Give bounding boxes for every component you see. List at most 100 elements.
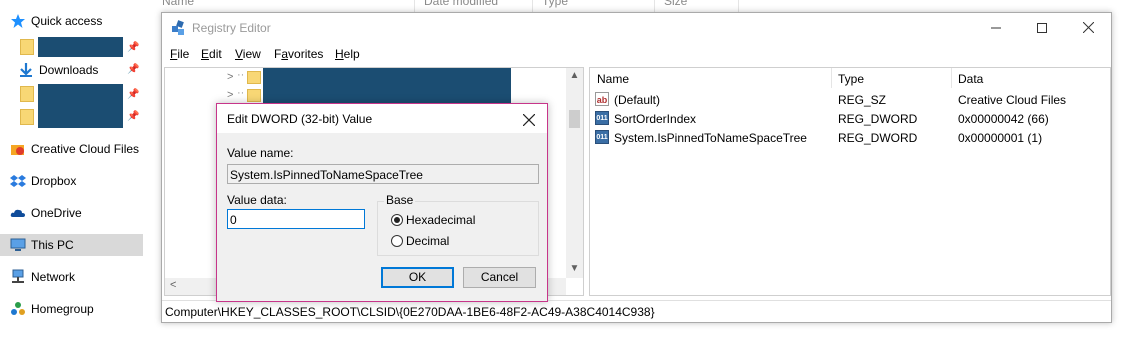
folder-icon (20, 39, 34, 55)
maximize-icon (1037, 23, 1047, 33)
decimal-label[interactable]: Decimal (406, 234, 449, 248)
dialog-close-button[interactable] (522, 108, 536, 131)
creative-cloud-folder-icon (11, 145, 24, 155)
status-key-path: Computer\HKEY_CLASSES_ROOT\CLSID\{0E270D… (165, 305, 655, 319)
status-bar: Computer\HKEY_CLASSES_ROOT\CLSID\{0E270D… (162, 300, 1111, 323)
table-row[interactable]: ab (Default) REG_SZ Creative Cloud Files (590, 90, 1110, 109)
title-bar[interactable]: Registry Editor (162, 13, 1111, 43)
dropbox-icon (10, 175, 26, 187)
nav-network[interactable]: Network (0, 266, 143, 288)
nav-label: Network (31, 270, 76, 284)
value-name: (Default) (614, 93, 661, 107)
menu-accel: V (235, 47, 243, 61)
nav-pinned-folder[interactable]: 📌 (0, 106, 143, 128)
nav-label: Homegroup (31, 302, 94, 316)
list-header: Name Type Data (590, 68, 1110, 88)
maximize-button[interactable] (1019, 13, 1065, 43)
value-data-input[interactable]: 0 (227, 209, 365, 229)
col-date-header[interactable]: Date modified (424, 0, 498, 8)
registry-editor-app-icon (172, 20, 184, 35)
menu-file[interactable]: File (170, 47, 189, 61)
table-row[interactable]: 011 System.IsPinnedToNameSpaceTree REG_D… (590, 128, 1110, 147)
scrollbar-thumb[interactable] (569, 110, 580, 128)
table-row[interactable]: 011 SortOrderIndex REG_DWORD 0x00000042 … (590, 109, 1110, 128)
nav-pinned-folder[interactable]: 📌 (0, 84, 143, 106)
minimize-button[interactable] (973, 13, 1019, 43)
base-radio-group: Base Hexadecimal Decimal (377, 193, 539, 256)
menu-label: elp (343, 47, 360, 61)
explorer-nav-pane: Quick access 📌 Downloads 📌 📌 📌 Creative … (0, 0, 145, 337)
tree-connector: ·· (237, 69, 245, 81)
folder-icon (247, 71, 261, 84)
nav-label: Downloads (39, 63, 99, 77)
pin-icon: 📌 (127, 111, 140, 122)
menu-label: iew (242, 47, 261, 61)
menu-help[interactable]: Help (335, 47, 360, 61)
chevron-right-icon[interactable]: > (227, 71, 233, 83)
nav-this-pc[interactable]: This PC (0, 234, 143, 256)
scroll-down-arrow-icon[interactable]: ▼ (566, 263, 583, 274)
edit-dword-dialog: Edit DWORD (32-bit) Value Value name: Sy… (216, 103, 548, 302)
header-data[interactable]: Data (958, 72, 983, 86)
value-data-label: Value data: (227, 193, 287, 207)
col-name-header[interactable]: Name (162, 0, 194, 8)
menu-favorites[interactable]: Favorites (274, 47, 323, 61)
pin-icon: 📌 (127, 42, 140, 53)
column-divider[interactable] (831, 68, 832, 88)
homegroup-icon (11, 302, 25, 315)
network-icon (12, 269, 24, 283)
menu-label: vorites (288, 47, 324, 61)
onedrive-cloud-icon (10, 209, 25, 217)
nav-downloads[interactable]: Downloads 📌 (0, 59, 143, 81)
nav-onedrive[interactable]: OneDrive (0, 202, 143, 224)
value-name-field[interactable]: System.IsPinnedToNameSpaceTree (227, 164, 539, 184)
nav-label: OneDrive (31, 206, 82, 220)
computer-icon (10, 238, 26, 251)
nav-creative-cloud-files[interactable]: Creative Cloud Files (0, 138, 143, 160)
col-size-header[interactable]: Size (664, 0, 687, 8)
string-value-icon: ab (595, 92, 609, 106)
menu-accel: H (335, 47, 344, 61)
pin-icon: 📌 (127, 89, 140, 100)
hexadecimal-radio[interactable] (391, 214, 403, 226)
close-icon (522, 113, 536, 127)
registry-values-list[interactable]: Name Type Data ab (Default) REG_SZ Creat… (589, 67, 1111, 296)
value-data: 0x00000042 (66) (958, 112, 1049, 126)
scroll-left-arrow-icon[interactable]: < (170, 279, 176, 291)
decimal-radio[interactable] (391, 235, 403, 247)
folder-icon (20, 86, 34, 102)
col-type-header[interactable]: Type (542, 0, 568, 8)
menu-bar: File Edit View Favorites Help (162, 44, 1111, 64)
dword-value-icon: 011 (595, 111, 609, 125)
scroll-up-arrow-icon[interactable]: ▲ (566, 70, 583, 81)
nav-dropbox[interactable]: Dropbox (0, 170, 143, 192)
download-arrow-icon (20, 63, 32, 77)
menu-view[interactable]: View (235, 47, 261, 61)
base-group-label: Base (384, 193, 416, 207)
redacted-name (38, 106, 123, 128)
vertical-scrollbar[interactable]: ▲ ▼ (566, 68, 583, 278)
window-title: Registry Editor (192, 21, 271, 35)
dialog-body: Value name: System.IsPinnedToNameSpaceTr… (217, 133, 547, 301)
header-type[interactable]: Type (838, 72, 864, 86)
ok-button[interactable]: OK (381, 267, 454, 288)
star-icon (11, 14, 25, 28)
cancel-button[interactable]: Cancel (463, 267, 536, 288)
redacted-key-names (263, 68, 511, 104)
nav-pinned-folder[interactable]: 📌 (0, 37, 143, 59)
menu-edit[interactable]: Edit (201, 47, 222, 61)
folder-icon (20, 109, 34, 125)
nav-quick-access[interactable]: Quick access (0, 10, 143, 32)
value-name: SortOrderIndex (614, 112, 697, 126)
hexadecimal-label[interactable]: Hexadecimal (406, 213, 475, 227)
close-button[interactable] (1065, 13, 1111, 43)
nav-label: Dropbox (31, 174, 77, 188)
value-type: REG_DWORD (838, 112, 918, 126)
value-type: REG_SZ (838, 93, 887, 107)
redacted-name (38, 37, 123, 57)
nav-homegroup[interactable]: Homegroup (0, 298, 143, 320)
chevron-right-icon[interactable]: > (227, 89, 233, 101)
dialog-title: Edit DWORD (32-bit) Value (227, 112, 373, 126)
header-name[interactable]: Name (597, 72, 629, 86)
column-divider[interactable] (951, 68, 952, 88)
